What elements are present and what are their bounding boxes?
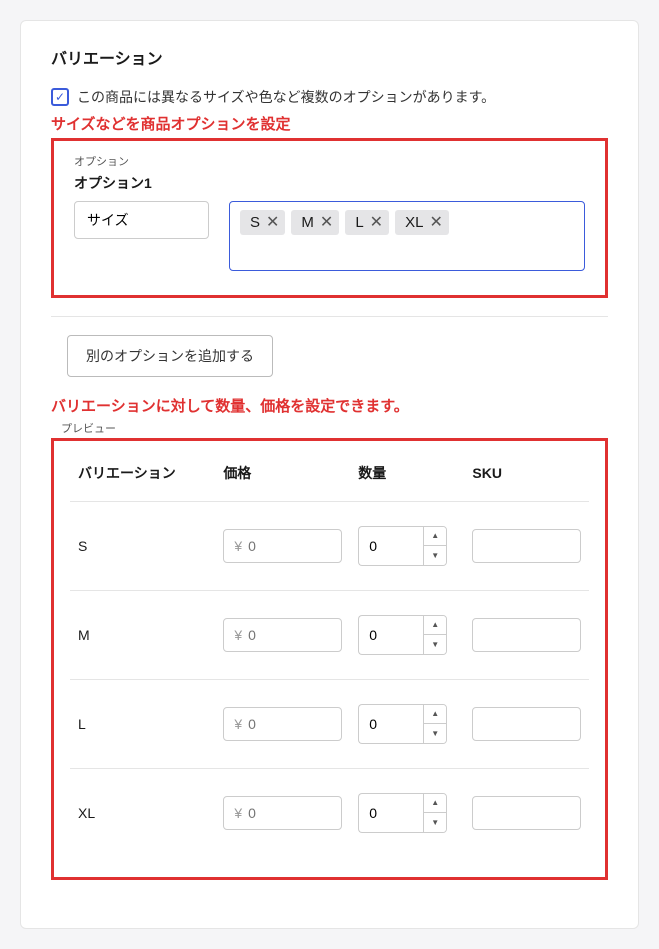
stepper-buttons: ▲▼ <box>423 793 447 833</box>
add-option-row: 別のオプションを追加する <box>51 335 608 377</box>
stepper-buttons: ▲▼ <box>423 704 447 744</box>
price-cell: ¥ <box>215 680 350 769</box>
sku-cell <box>464 502 589 591</box>
option-values-input[interactable]: S✕M✕L✕XL✕ <box>229 201 585 271</box>
qty-cell: ▲▼ <box>350 502 464 591</box>
currency-symbol: ¥ <box>234 627 242 643</box>
stepper-buttons: ▲▼ <box>423 526 447 566</box>
price-input[interactable] <box>248 805 331 821</box>
stepper-buttons: ▲▼ <box>423 615 447 655</box>
price-input-wrap: ¥ <box>223 796 342 830</box>
option-name-input[interactable] <box>74 201 209 239</box>
qty-cell: ▲▼ <box>350 769 464 858</box>
qty-stepper: ▲▼ <box>358 526 453 566</box>
option-tag-label: M <box>301 214 314 231</box>
add-option-button[interactable]: 別のオプションを追加する <box>67 335 273 377</box>
qty-stepper: ▲▼ <box>358 615 453 655</box>
price-input[interactable] <box>248 538 331 554</box>
sku-input[interactable] <box>472 529 581 563</box>
table-row: S ¥ ▲▼ <box>70 502 589 591</box>
qty-decrement-button[interactable]: ▼ <box>424 813 446 832</box>
remove-tag-icon[interactable]: ✕ <box>320 215 333 231</box>
col-header-variation: バリエーション <box>70 449 215 502</box>
variation-name: L <box>70 680 215 769</box>
option-tag: S✕ <box>240 210 285 235</box>
currency-symbol: ¥ <box>234 805 242 821</box>
multi-options-checkbox-label: この商品には異なるサイズや色など複数のオプションがあります。 <box>77 87 495 107</box>
option-tag: L✕ <box>345 210 389 235</box>
price-input[interactable] <box>248 627 331 643</box>
qty-increment-button[interactable]: ▲ <box>424 794 446 813</box>
preview-label: プレビュー <box>51 420 608 436</box>
qty-input[interactable] <box>358 793 423 833</box>
check-icon: ✓ <box>55 91 65 103</box>
option-tag-label: XL <box>405 214 423 231</box>
divider <box>51 316 608 317</box>
preview-box: バリエーション 価格 数量 SKU S¥▲▼M¥▲▼L¥▲▼XL¥▲▼ <box>56 443 603 875</box>
price-input[interactable] <box>248 716 331 732</box>
col-header-sku: SKU <box>464 449 589 502</box>
remove-tag-icon[interactable]: ✕ <box>429 215 442 231</box>
price-input-wrap: ¥ <box>223 707 342 741</box>
variation-name: S <box>70 502 215 591</box>
price-cell: ¥ <box>215 769 350 858</box>
currency-symbol: ¥ <box>234 716 242 732</box>
preview-annotation: バリエーションに対して数量、価格を設定できます。 <box>51 395 608 416</box>
price-input-wrap: ¥ <box>223 618 342 652</box>
option-tag: XL ✕ <box>395 210 449 235</box>
qty-decrement-button[interactable]: ▼ <box>424 635 446 654</box>
sku-input[interactable] <box>472 618 581 652</box>
option-tag-label: S <box>250 214 260 231</box>
col-header-price: 価格 <box>215 449 350 502</box>
qty-stepper: ▲▼ <box>358 704 453 744</box>
multi-options-checkbox-row: ✓ この商品には異なるサイズや色など複数のオプションがあります。 <box>51 87 608 107</box>
options-box-label: オプション <box>74 153 585 169</box>
sku-cell <box>464 680 589 769</box>
options-highlight-frame: オプション オプション1 S✕M✕L✕XL✕ <box>51 138 608 298</box>
qty-cell: ▲▼ <box>350 591 464 680</box>
price-cell: ¥ <box>215 502 350 591</box>
qty-cell: ▲▼ <box>350 680 464 769</box>
currency-symbol: ¥ <box>234 538 242 554</box>
price-cell: ¥ <box>215 591 350 680</box>
table-row: M ¥ ▲▼ <box>70 591 589 680</box>
qty-input[interactable] <box>358 526 423 566</box>
table-header-row: バリエーション 価格 数量 SKU <box>70 449 589 502</box>
variation-name: XL <box>70 769 215 858</box>
qty-input[interactable] <box>358 615 423 655</box>
remove-tag-icon[interactable]: ✕ <box>266 215 279 231</box>
qty-decrement-button[interactable]: ▼ <box>424 724 446 743</box>
price-input-wrap: ¥ <box>223 529 342 563</box>
qty-increment-button[interactable]: ▲ <box>424 527 446 546</box>
qty-increment-button[interactable]: ▲ <box>424 616 446 635</box>
sku-input[interactable] <box>472 707 581 741</box>
options-annotation: サイズなどを商品オプションを設定 <box>51 113 608 134</box>
option-tag-label: L <box>355 214 363 231</box>
option1-row: S✕M✕L✕XL✕ <box>74 201 585 271</box>
qty-increment-button[interactable]: ▲ <box>424 705 446 724</box>
qty-input[interactable] <box>358 704 423 744</box>
variations-card: バリエーション ✓ この商品には異なるサイズや色など複数のオプションがあります。… <box>20 20 639 929</box>
option1-label: オプション1 <box>74 173 585 193</box>
sku-cell <box>464 769 589 858</box>
qty-stepper: ▲▼ <box>358 793 453 833</box>
option-tag: M✕ <box>291 210 339 235</box>
remove-tag-icon[interactable]: ✕ <box>370 215 383 231</box>
sku-input[interactable] <box>472 796 581 830</box>
section-title: バリエーション <box>51 45 608 69</box>
sku-cell <box>464 591 589 680</box>
preview-highlight-frame: バリエーション 価格 数量 SKU S¥▲▼M¥▲▼L¥▲▼XL¥▲▼ <box>51 438 608 880</box>
variation-name: M <box>70 591 215 680</box>
table-row: XL ¥ ▲▼ <box>70 769 589 858</box>
col-header-qty: 数量 <box>350 449 464 502</box>
options-box: オプション オプション1 S✕M✕L✕XL✕ <box>58 145 601 291</box>
variations-table: バリエーション 価格 数量 SKU S¥▲▼M¥▲▼L¥▲▼XL¥▲▼ <box>70 449 589 857</box>
qty-decrement-button[interactable]: ▼ <box>424 546 446 565</box>
multi-options-checkbox[interactable]: ✓ <box>51 88 69 106</box>
table-row: L ¥ ▲▼ <box>70 680 589 769</box>
